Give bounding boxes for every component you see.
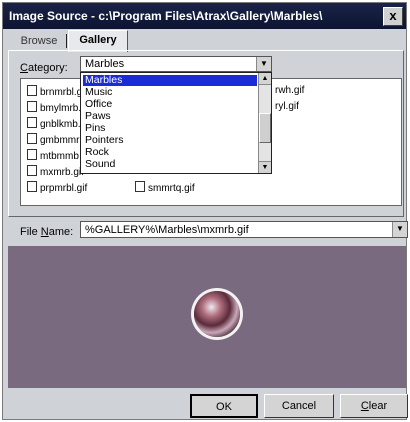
file-icon bbox=[27, 149, 37, 160]
file-icon bbox=[27, 101, 37, 112]
window-title: Image Source - c:\Program Files\Atrax\Ga… bbox=[9, 9, 323, 23]
clear-button[interactable]: Clear bbox=[340, 394, 408, 418]
list-item[interactable]: ryl.gif bbox=[275, 101, 299, 113]
list-item[interactable]: prpmrbl.gif bbox=[27, 181, 87, 194]
category-option-music[interactable]: Music bbox=[83, 87, 257, 98]
close-button[interactable]: x bbox=[383, 7, 403, 26]
category-option-paws[interactable]: Paws bbox=[83, 111, 257, 122]
category-label-rest: ategory: bbox=[27, 62, 68, 74]
list-item[interactable]: brnmrbl.gif bbox=[27, 85, 87, 98]
marble-preview-image bbox=[194, 291, 240, 337]
category-label: Category: bbox=[20, 62, 68, 74]
category-option-pointers[interactable]: Pointers bbox=[83, 135, 257, 146]
list-item[interactable]: mtbmmb bbox=[27, 149, 79, 162]
category-label-accel: C bbox=[20, 62, 28, 74]
file-icon bbox=[27, 85, 37, 96]
category-dropdown[interactable]: Marbles Music Office Paws Pins Pointers … bbox=[80, 72, 272, 174]
list-item[interactable]: mxmrb.gif bbox=[27, 165, 84, 178]
file-icon bbox=[27, 117, 37, 128]
list-item[interactable]: smmrtq.gif bbox=[135, 181, 195, 194]
ok-button[interactable]: OK bbox=[190, 394, 258, 418]
chevron-down-icon[interactable]: ▼ bbox=[256, 57, 271, 71]
cancel-button[interactable]: Cancel bbox=[264, 394, 334, 418]
file-name-value: %GALLERY%\Marbles\mxmrb.gif bbox=[85, 224, 249, 236]
scroll-down-icon[interactable]: ▼ bbox=[259, 161, 271, 173]
dropdown-scrollbar[interactable]: ▲ ▼ bbox=[258, 73, 271, 173]
image-preview bbox=[8, 246, 406, 388]
category-option-rock[interactable]: Rock bbox=[83, 147, 257, 158]
file-icon bbox=[135, 181, 145, 192]
list-item[interactable]: gmbmmr bbox=[27, 133, 79, 146]
category-value: Marbles bbox=[85, 58, 125, 70]
list-item[interactable]: rwh.gif bbox=[275, 85, 304, 97]
file-icon bbox=[27, 133, 37, 144]
category-option-office[interactable]: Office bbox=[83, 99, 257, 110]
file-name-field[interactable]: %GALLERY%\Marbles\mxmrb.gif ▼ bbox=[80, 221, 408, 238]
category-select[interactable]: Marbles ▼ bbox=[80, 56, 272, 72]
title-bar: Image Source - c:\Program Files\Atrax\Ga… bbox=[3, 3, 406, 29]
scroll-thumb[interactable] bbox=[259, 113, 271, 143]
tab-browse[interactable]: Browse bbox=[12, 32, 66, 50]
scroll-up-icon[interactable]: ▲ bbox=[259, 73, 271, 85]
category-option-pins[interactable]: Pins bbox=[83, 123, 257, 134]
tab-separator bbox=[66, 34, 67, 48]
file-icon bbox=[27, 165, 37, 176]
chevron-down-icon[interactable]: ▼ bbox=[392, 222, 407, 237]
tab-gallery[interactable]: Gallery bbox=[68, 30, 128, 52]
file-name-label: File Name: bbox=[20, 226, 74, 238]
category-option-marbles[interactable]: Marbles bbox=[83, 75, 257, 86]
file-icon bbox=[27, 181, 37, 192]
category-option-sound[interactable]: Sound bbox=[83, 159, 257, 170]
